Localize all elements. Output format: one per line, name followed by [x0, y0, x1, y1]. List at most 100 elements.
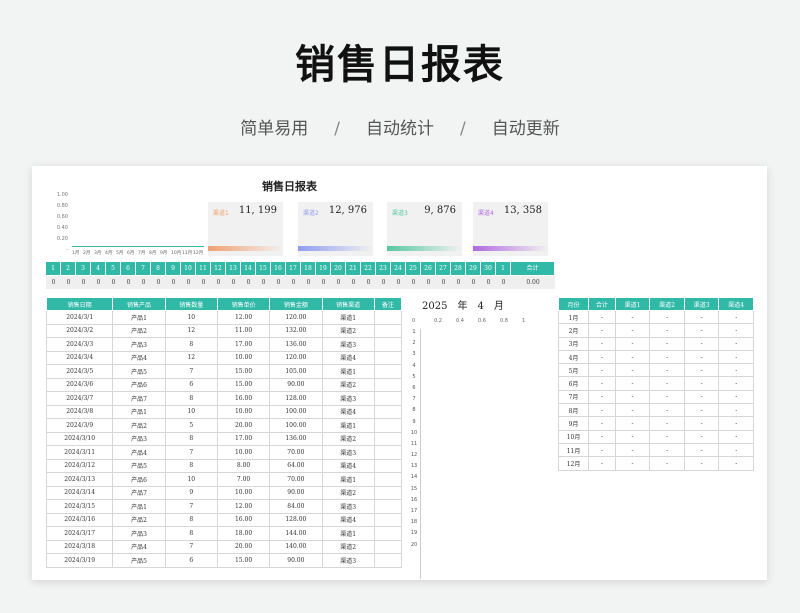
table-cell[interactable] [373, 364, 403, 379]
table-cell[interactable]: 渠道3 [321, 445, 375, 460]
table-cell[interactable]: 2024/3/4 [45, 350, 114, 365]
table-cell[interactable]: 2024/3/2 [45, 323, 114, 338]
table-cell[interactable] [373, 323, 403, 338]
table-cell[interactable] [373, 350, 403, 365]
table-cell[interactable]: 产品4 [112, 539, 166, 554]
table-cell[interactable] [373, 526, 403, 541]
table-cell[interactable]: 2024/3/5 [45, 364, 114, 379]
table-cell[interactable]: 5 [164, 418, 218, 433]
table-cell[interactable]: 8 [164, 391, 218, 406]
table-cell[interactable]: 2024/3/1 [45, 310, 114, 325]
table-cell[interactable]: 渠道4 [321, 404, 375, 419]
table-cell[interactable]: 2024/3/11 [45, 445, 114, 460]
table-cell[interactable]: 6 [164, 377, 218, 392]
table-cell[interactable]: 渠道1 [321, 364, 375, 379]
table-cell[interactable]: 产品1 [112, 499, 166, 514]
table-cell[interactable]: 120.00 [269, 310, 323, 325]
table-cell[interactable]: 10 [164, 472, 218, 487]
table-cell[interactable] [373, 445, 403, 460]
table-cell[interactable]: 渠道2 [321, 323, 375, 338]
table-cell[interactable] [373, 337, 403, 352]
table-cell[interactable]: 产品5 [112, 553, 166, 568]
table-cell[interactable]: 2024/3/15 [45, 499, 114, 514]
table-cell[interactable]: 产品2 [112, 418, 166, 433]
table-cell[interactable]: 产品2 [112, 323, 166, 338]
table-cell[interactable]: 10.00 [216, 445, 271, 460]
table-cell[interactable]: 渠道2 [321, 377, 375, 392]
table-cell[interactable] [373, 431, 403, 446]
table-cell[interactable]: 128.00 [269, 512, 323, 527]
table-cell[interactable]: 产品7 [112, 485, 166, 500]
table-cell[interactable]: 12.00 [216, 499, 271, 514]
table-cell[interactable]: 产品6 [112, 377, 166, 392]
table-cell[interactable]: 渠道2 [321, 485, 375, 500]
table-cell[interactable]: 10 [164, 310, 218, 325]
table-cell[interactable]: 7 [164, 539, 218, 554]
table-cell[interactable]: 产品3 [112, 431, 166, 446]
table-cell[interactable]: 8 [164, 526, 218, 541]
table-cell[interactable]: 100.00 [269, 404, 323, 419]
table-cell[interactable]: 10.00 [216, 350, 271, 365]
table-cell[interactable] [373, 553, 403, 568]
table-cell[interactable]: 70.00 [269, 472, 323, 487]
table-cell[interactable]: 11.00 [216, 323, 271, 338]
table-cell[interactable]: 7 [164, 499, 218, 514]
table-cell[interactable]: 7 [164, 364, 218, 379]
table-cell[interactable]: 2024/3/18 [45, 539, 114, 554]
table-cell[interactable]: 2024/3/8 [45, 404, 114, 419]
table-cell[interactable]: 20.00 [216, 539, 271, 554]
table-cell[interactable]: 7.00 [216, 472, 271, 487]
table-cell[interactable]: 12 [164, 350, 218, 365]
table-cell[interactable]: 2024/3/19 [45, 553, 114, 568]
table-cell[interactable] [373, 404, 403, 419]
table-cell[interactable]: 16.00 [216, 391, 271, 406]
table-cell[interactable]: 8 [164, 337, 218, 352]
table-cell[interactable] [373, 377, 403, 392]
table-cell[interactable]: 132.00 [269, 323, 323, 338]
table-cell[interactable] [373, 310, 403, 325]
table-cell[interactable]: 产品4 [112, 445, 166, 460]
table-cell[interactable] [373, 499, 403, 514]
table-cell[interactable]: 产品4 [112, 350, 166, 365]
table-cell[interactable] [373, 512, 403, 527]
table-cell[interactable]: 渠道1 [321, 418, 375, 433]
table-cell[interactable]: 2024/3/16 [45, 512, 114, 527]
table-cell[interactable]: 10 [164, 404, 218, 419]
table-cell[interactable]: 64.00 [269, 458, 323, 473]
table-cell[interactable]: 产品1 [112, 310, 166, 325]
table-cell[interactable] [373, 539, 403, 554]
table-cell[interactable]: 2024/3/17 [45, 526, 114, 541]
table-cell[interactable]: 15.00 [216, 377, 271, 392]
table-cell[interactable]: 100.00 [269, 418, 323, 433]
month-value[interactable]: 4 [477, 301, 483, 312]
table-cell[interactable]: 17.00 [216, 431, 271, 446]
table-cell[interactable]: 2024/3/3 [45, 337, 114, 352]
table-cell[interactable]: 产品1 [112, 404, 166, 419]
table-cell[interactable]: 2024/3/12 [45, 458, 114, 473]
table-cell[interactable]: 120.00 [269, 350, 323, 365]
table-cell[interactable]: 90.00 [269, 377, 323, 392]
table-cell[interactable]: 渠道1 [321, 526, 375, 541]
table-cell[interactable]: 17.00 [216, 337, 271, 352]
table-cell[interactable] [373, 458, 403, 473]
table-cell[interactable]: 产品7 [112, 391, 166, 406]
table-cell[interactable]: 9 [164, 485, 218, 500]
table-cell[interactable]: 渠道3 [321, 337, 375, 352]
table-cell[interactable]: 渠道1 [321, 310, 375, 325]
table-cell[interactable]: 128.00 [269, 391, 323, 406]
table-cell[interactable] [373, 391, 403, 406]
table-cell[interactable]: 8 [164, 431, 218, 446]
table-cell[interactable]: 渠道3 [321, 499, 375, 514]
table-cell[interactable]: 产品5 [112, 458, 166, 473]
table-cell[interactable]: 产品2 [112, 512, 166, 527]
table-cell[interactable]: 90.00 [269, 553, 323, 568]
table-cell[interactable]: 6 [164, 553, 218, 568]
year-month-selector[interactable]: 2025 年 4 月 [422, 297, 514, 312]
table-cell[interactable]: 2024/3/14 [45, 485, 114, 500]
table-cell[interactable]: 渠道2 [321, 431, 375, 446]
table-cell[interactable]: 渠道2 [321, 539, 375, 554]
table-cell[interactable]: 产品6 [112, 472, 166, 487]
table-cell[interactable]: 2024/3/6 [45, 377, 114, 392]
table-cell[interactable]: 10.00 [216, 404, 271, 419]
table-cell[interactable]: 产品3 [112, 337, 166, 352]
